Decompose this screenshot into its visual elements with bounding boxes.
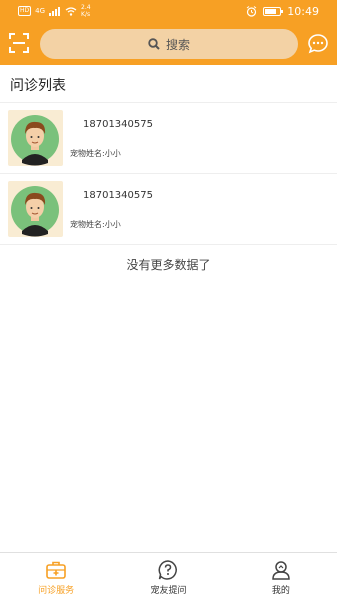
tab-mine[interactable]: 我的 (225, 553, 337, 600)
pet-name-line: 宠物姓名: 小小 (70, 219, 121, 230)
status-right: 10:49 (246, 5, 319, 18)
avatar-icon (11, 186, 59, 237)
phone-number: 18701340575 (83, 119, 153, 130)
divider (0, 244, 337, 245)
consultation-item[interactable]: 18701340575 宠物姓名: 小小 (0, 103, 337, 173)
status-left: HD 4G 2.4 K/s (18, 4, 93, 18)
chat-icon[interactable] (307, 33, 329, 55)
network-speed: 2.4 K/s (81, 4, 93, 18)
signal-icon (49, 6, 61, 16)
avatar (8, 181, 63, 237)
status-bar: HD 4G 2.4 K/s 10:49 (0, 0, 337, 24)
pet-name-value: 小小 (104, 220, 121, 229)
search-icon (148, 38, 160, 50)
tab-label: 我的 (271, 586, 290, 596)
avatar (8, 110, 63, 166)
consultation-item[interactable]: 18701340575 宠物姓名: 小小 (0, 174, 337, 244)
medical-kit-icon (46, 561, 66, 579)
page-title: 问诊列表 (10, 78, 66, 94)
hd-badge: HD (18, 6, 32, 16)
user-icon (272, 561, 290, 580)
tab-label: 问诊服务 (38, 586, 75, 596)
pet-name-label: 宠物姓名: (70, 220, 105, 229)
tab-consult-service[interactable]: 问诊服务 (0, 553, 112, 600)
app-header: 搜索 (0, 24, 337, 65)
tab-label: 宠友提问 (150, 586, 187, 596)
wifi-icon (65, 6, 77, 16)
pet-name-label: 宠物姓名: (70, 149, 105, 158)
alarm-icon (246, 6, 257, 17)
signal-label: 4G (35, 7, 46, 15)
battery-icon (263, 7, 284, 16)
battery-fill (265, 9, 276, 14)
avatar-icon (11, 115, 59, 166)
question-icon (159, 560, 178, 580)
pet-name-line: 宠物姓名: 小小 (70, 148, 121, 159)
pet-name-value: 小小 (104, 149, 121, 158)
no-more-data: 没有更多数据了 (126, 258, 211, 272)
clock: 10:49 (287, 5, 319, 18)
search-placeholder: 搜索 (165, 37, 190, 52)
speed-value: 2.4 (81, 4, 91, 11)
speed-unit: K/s (81, 11, 91, 18)
phone-number: 18701340575 (83, 190, 153, 201)
tab-pet-questions[interactable]: 宠友提问 (112, 553, 224, 600)
scan-icon[interactable] (9, 33, 29, 53)
bottom-tab-bar: 问诊服务 宠友提问 我的 (0, 552, 337, 600)
search-bar[interactable]: 搜索 (40, 29, 298, 59)
